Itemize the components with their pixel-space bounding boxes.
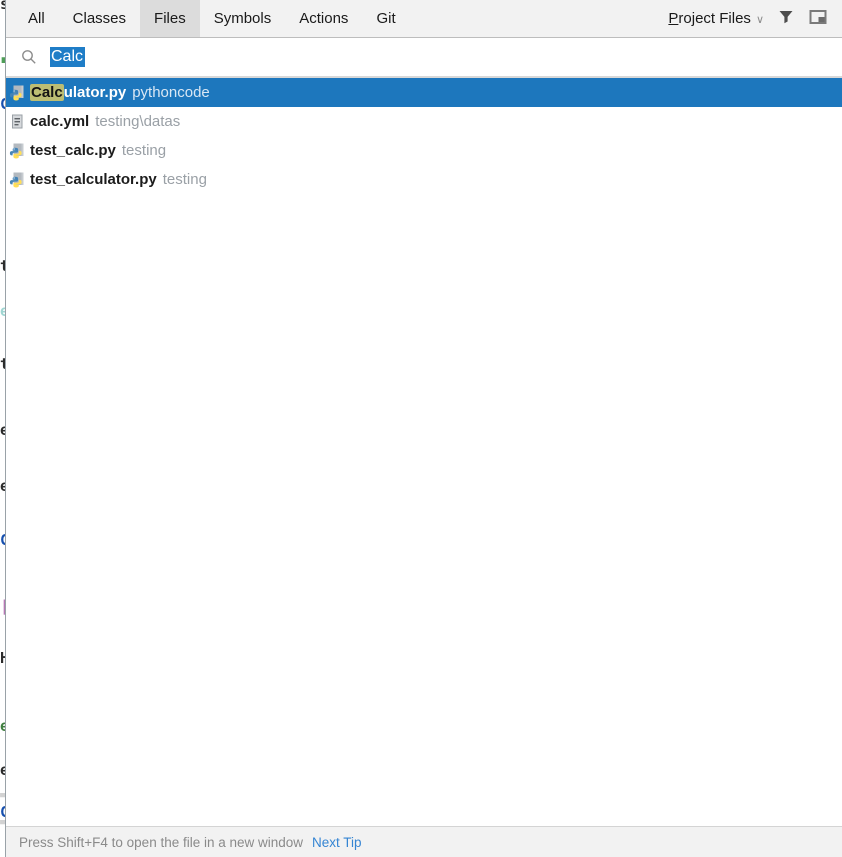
filter-button[interactable] bbox=[776, 9, 796, 29]
search-everywhere-screenshot: s ▪ Ct e t e e C | He e C ▬ ▬ All Classes Files Symbols A… bbox=[0, 0, 842, 857]
search-query-selected-text: Calc bbox=[50, 47, 86, 67]
footer-hint-text: Press Shift+F4 to open the file in a new… bbox=[19, 834, 304, 850]
result-row[interactable]: calc.yml testing\datas bbox=[6, 107, 842, 136]
tab-symbols[interactable]: Symbols bbox=[200, 0, 286, 37]
search-everywhere-popup: All Classes Files Symbols Actions Git Project… bbox=[5, 0, 842, 857]
result-file-location: testing bbox=[121, 142, 167, 159]
search-tab-bar: All Classes Files Symbols Actions Git Project… bbox=[6, 0, 842, 38]
search-icon bbox=[21, 49, 37, 65]
chevron-down-icon: ∨ bbox=[755, 14, 764, 26]
result-list: Calculator.py pythoncode calc.yml testing\… bbox=[6, 78, 842, 194]
result-file-name: test_calculator.py bbox=[30, 171, 157, 188]
toolbar-right: Project Files ∨ bbox=[668, 0, 842, 37]
tab-all[interactable]: All bbox=[14, 0, 59, 37]
result-file-name: test_calc.py bbox=[30, 142, 116, 159]
yaml-file-icon bbox=[9, 114, 25, 130]
result-file-name: Calculator.py bbox=[30, 84, 127, 101]
pin-window-icon bbox=[809, 9, 827, 29]
result-file-location: pythoncode bbox=[132, 84, 210, 101]
tab-list: All Classes Files Symbols Actions Git bbox=[6, 0, 410, 37]
scope-selector[interactable]: Project Files ∨ bbox=[668, 10, 764, 27]
match-highlight: Calc bbox=[30, 84, 64, 101]
tab-classes[interactable]: Classes bbox=[59, 0, 140, 37]
popup-empty-area bbox=[6, 194, 842, 826]
python-file-icon bbox=[9, 172, 25, 188]
tab-files[interactable]: Files bbox=[140, 0, 200, 37]
pin-window-button[interactable] bbox=[808, 9, 828, 29]
result-row[interactable]: Calculator.py pythoncode bbox=[6, 78, 842, 107]
footer-hint-bar: Press Shift+F4 to open the file in a new… bbox=[6, 826, 842, 857]
result-row[interactable]: test_calc.py testing bbox=[6, 136, 842, 165]
result-file-location: testing\datas bbox=[95, 113, 181, 130]
next-tip-link[interactable]: Next Tip bbox=[312, 835, 362, 850]
filter-funnel-icon bbox=[778, 9, 794, 29]
search-row: Calc bbox=[6, 38, 842, 78]
search-input[interactable]: Calc bbox=[50, 46, 842, 68]
tab-actions[interactable]: Actions bbox=[285, 0, 362, 37]
result-row[interactable]: test_calculator.py testing bbox=[6, 165, 842, 194]
result-file-location: testing bbox=[162, 171, 207, 188]
tab-git[interactable]: Git bbox=[362, 0, 409, 37]
python-file-icon bbox=[9, 85, 25, 101]
scope-label: Project Files bbox=[668, 10, 751, 27]
python-file-icon bbox=[9, 143, 25, 159]
result-file-name: calc.yml bbox=[30, 113, 90, 130]
